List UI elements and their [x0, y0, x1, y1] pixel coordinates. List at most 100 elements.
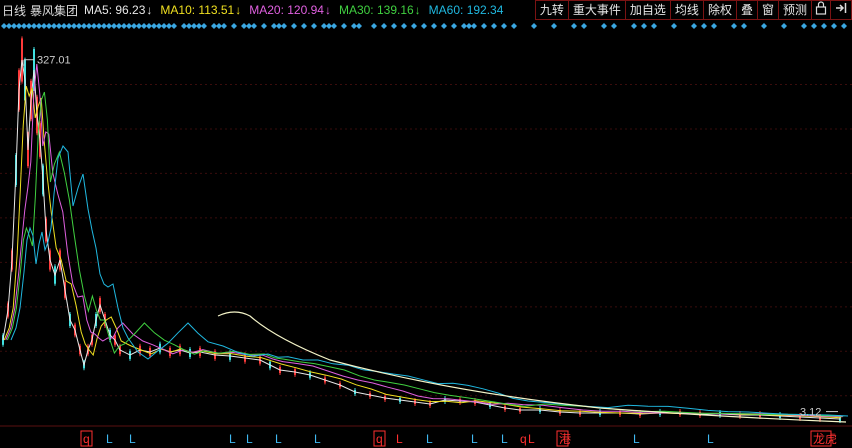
event-diamond — [291, 23, 297, 29]
marker-label: L — [275, 432, 282, 446]
event-diamond — [251, 23, 257, 29]
marker-label: L — [528, 432, 535, 446]
event-diamond — [311, 23, 317, 29]
event-diamond — [431, 23, 437, 29]
event-diamond — [371, 23, 377, 29]
event-diamond — [831, 23, 837, 29]
marker-label: L — [396, 432, 403, 446]
event-diamond — [691, 23, 697, 29]
toolbar-buttons: 九转 重大事件 加自选 均线 除权 叠 窗 预测 — [534, 0, 852, 20]
event-diamond — [281, 23, 287, 29]
ma5-label: MA5: 96.23↓ — [84, 3, 160, 17]
event-diamond — [171, 23, 177, 29]
exright-button[interactable]: 除权 — [702, 0, 737, 20]
event-diamond — [641, 23, 647, 29]
lock-icon[interactable] — [811, 0, 831, 20]
min-price-label: 3.12 — [800, 407, 821, 419]
stock-name: 暴风集团 — [30, 3, 79, 18]
marker-label: q — [376, 432, 383, 446]
event-diamond — [356, 23, 362, 29]
event-diamond — [711, 23, 717, 29]
event-diamond — [491, 23, 497, 29]
ma60-value: MA60: 192.34 — [428, 3, 504, 17]
max-price-label: 327.01 — [37, 55, 71, 67]
event-diamond — [231, 23, 237, 29]
ma30-label: MA30: 139.16↓ — [339, 3, 429, 17]
marker-label: q — [83, 432, 90, 446]
event-diamond — [401, 23, 407, 29]
event-diamond — [301, 23, 307, 29]
ma30-value: MA30: 139.16 — [338, 3, 414, 17]
event-diamond — [391, 23, 397, 29]
event-diamond — [501, 23, 507, 29]
ma-lines — [2, 59, 849, 423]
ma10-trend-icon: ↓ — [235, 3, 242, 17]
marker-label: L — [501, 432, 508, 446]
marker-label: q — [520, 432, 527, 446]
marker-label: L — [471, 432, 478, 446]
event-diamond — [611, 23, 617, 29]
ma20-value: MA20: 120.94 — [249, 3, 324, 17]
marker-label: 龙虎 — [813, 432, 837, 446]
window-button[interactable]: 窗 — [756, 0, 779, 20]
event-diamond — [651, 23, 657, 29]
event-diamond — [671, 23, 677, 29]
event-diamond — [581, 23, 587, 29]
event-diamond — [551, 23, 557, 29]
marker-label: L — [246, 432, 253, 446]
event-diamond — [811, 23, 817, 29]
event-diamond — [701, 23, 707, 29]
event-diamond — [411, 23, 417, 29]
ma5-value: MA5: 96.23 — [84, 3, 146, 17]
event-diamond — [481, 23, 487, 29]
event-diamond — [631, 23, 637, 29]
event-diamond — [471, 23, 477, 29]
add-favorite-button[interactable]: 加自选 — [624, 0, 671, 20]
marker-label: L — [314, 432, 321, 446]
event-diamond — [331, 23, 337, 29]
ma-line — [2, 59, 841, 420]
ma-line — [10, 145, 849, 417]
candles — [2, 36, 841, 423]
event-diamond — [761, 23, 767, 29]
major-events-button[interactable]: 重大事件 — [567, 0, 626, 20]
marker-label: L — [106, 432, 113, 446]
predict-button[interactable]: 预测 — [777, 0, 812, 20]
event-diamond — [741, 23, 747, 29]
event-diamond — [511, 23, 517, 29]
ma60-label: MA60: 192.34 — [429, 3, 512, 17]
ma20-trend-icon: ↓ — [324, 3, 331, 17]
event-diamond — [381, 23, 387, 29]
event-diamond — [341, 23, 347, 29]
kline-chart[interactable]: 327.01 3.12 — [0, 20, 852, 428]
event-diamond — [571, 23, 577, 29]
event-diamond — [801, 23, 807, 29]
event-diamond — [821, 23, 827, 29]
marker-label: L — [633, 432, 640, 446]
price-labels: 327.01 3.12 — [23, 55, 838, 419]
marker-label: 港 — [559, 432, 571, 446]
ma10-label: MA10: 113.51↓ — [160, 3, 249, 17]
event-diamond — [531, 23, 537, 29]
event-diamond — [451, 23, 457, 29]
period-label[interactable]: 日线 — [0, 2, 30, 19]
event-diamond — [201, 23, 207, 29]
event-diamond — [441, 23, 447, 29]
chart-grid — [0, 83, 852, 427]
event-diamond — [731, 23, 737, 29]
event-diamond — [601, 23, 607, 29]
chart-toolbar: 日线 暴风集团 MA5: 96.23↓ MA10: 113.51↓ MA20: … — [0, 0, 852, 20]
event-diamond — [781, 23, 787, 29]
ma-lines-button[interactable]: 均线 — [669, 0, 704, 20]
ma10-value: MA10: 113.51 — [160, 3, 235, 17]
ma-legend: 日线 暴风集团 MA5: 96.23↓ MA10: 113.51↓ MA20: … — [0, 0, 511, 20]
event-diamond — [421, 23, 427, 29]
ma5-trend-icon: ↓ — [146, 3, 153, 17]
marker-label: L — [707, 432, 714, 446]
ma20-label: MA20: 120.94↓ — [249, 3, 339, 17]
overlay-button[interactable]: 叠 — [735, 0, 758, 20]
exit-icon[interactable] — [830, 0, 852, 20]
marker-label: L — [229, 432, 236, 446]
ma-line — [6, 91, 845, 417]
jiuzhuan-button[interactable]: 九转 — [534, 0, 569, 20]
